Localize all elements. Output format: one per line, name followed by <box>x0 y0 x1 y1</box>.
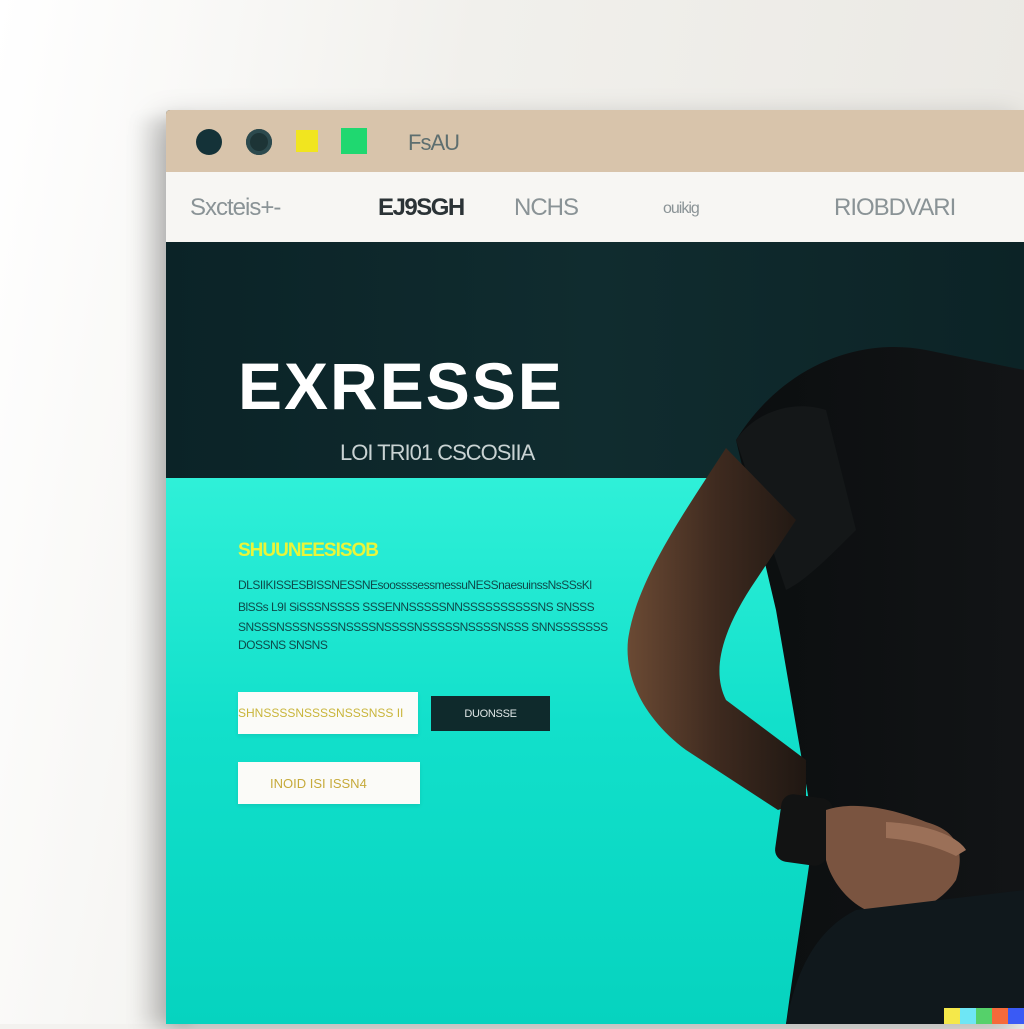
promo-heading: SHUUNEESISOB <box>238 540 379 561</box>
nav-item-5[interactable]: RIOBDVARI <box>834 194 956 222</box>
nav-item-4[interactable]: ouikig <box>663 200 700 218</box>
signup-input[interactable] <box>238 692 418 734</box>
title-bar: FsAU <box>166 110 1024 172</box>
submit-button[interactable]: DUONSSE <box>431 696 550 731</box>
promo-text-line: BlSSs L9I SiSSSNSSSS SSSENNSSSSSNNSSSSSS… <box>238 600 595 614</box>
promo-text-line: DOSSNS SNSNS <box>238 638 328 652</box>
minimize-button[interactable] <box>246 129 272 155</box>
promo-text-line: DLSIIKISSESBISSNESSNEsoossssessmessuNESS… <box>238 578 592 592</box>
browser-window: FsAU Sxcteis+- EJ9SGH NCHS ouikig RIOBDV… <box>166 110 1024 1024</box>
color-strip-icon <box>944 1008 1024 1024</box>
green-square-icon[interactable] <box>341 128 367 154</box>
window-title: FsAU <box>408 130 460 155</box>
nav-logo[interactable]: EJ9SGH <box>378 194 465 222</box>
close-button[interactable] <box>196 129 222 155</box>
nav-item-1[interactable]: Sxcteis+- <box>190 194 281 222</box>
yellow-square-icon[interactable] <box>296 130 318 152</box>
secondary-input[interactable] <box>238 762 420 804</box>
top-navigation: Sxcteis+- EJ9SGH NCHS ouikig RIOBDVARI <box>166 172 1024 243</box>
hero-subtitle: LOI TRI01 CSCOSIIA <box>340 440 535 465</box>
promo-text-line: SNSSSNSSSNSSSNSSSSNSSSSNSSSSSNSSSSNSSS S… <box>238 620 608 634</box>
hero-title: EXRESSE <box>238 349 564 423</box>
nav-item-3[interactable]: NCHS <box>514 194 579 222</box>
